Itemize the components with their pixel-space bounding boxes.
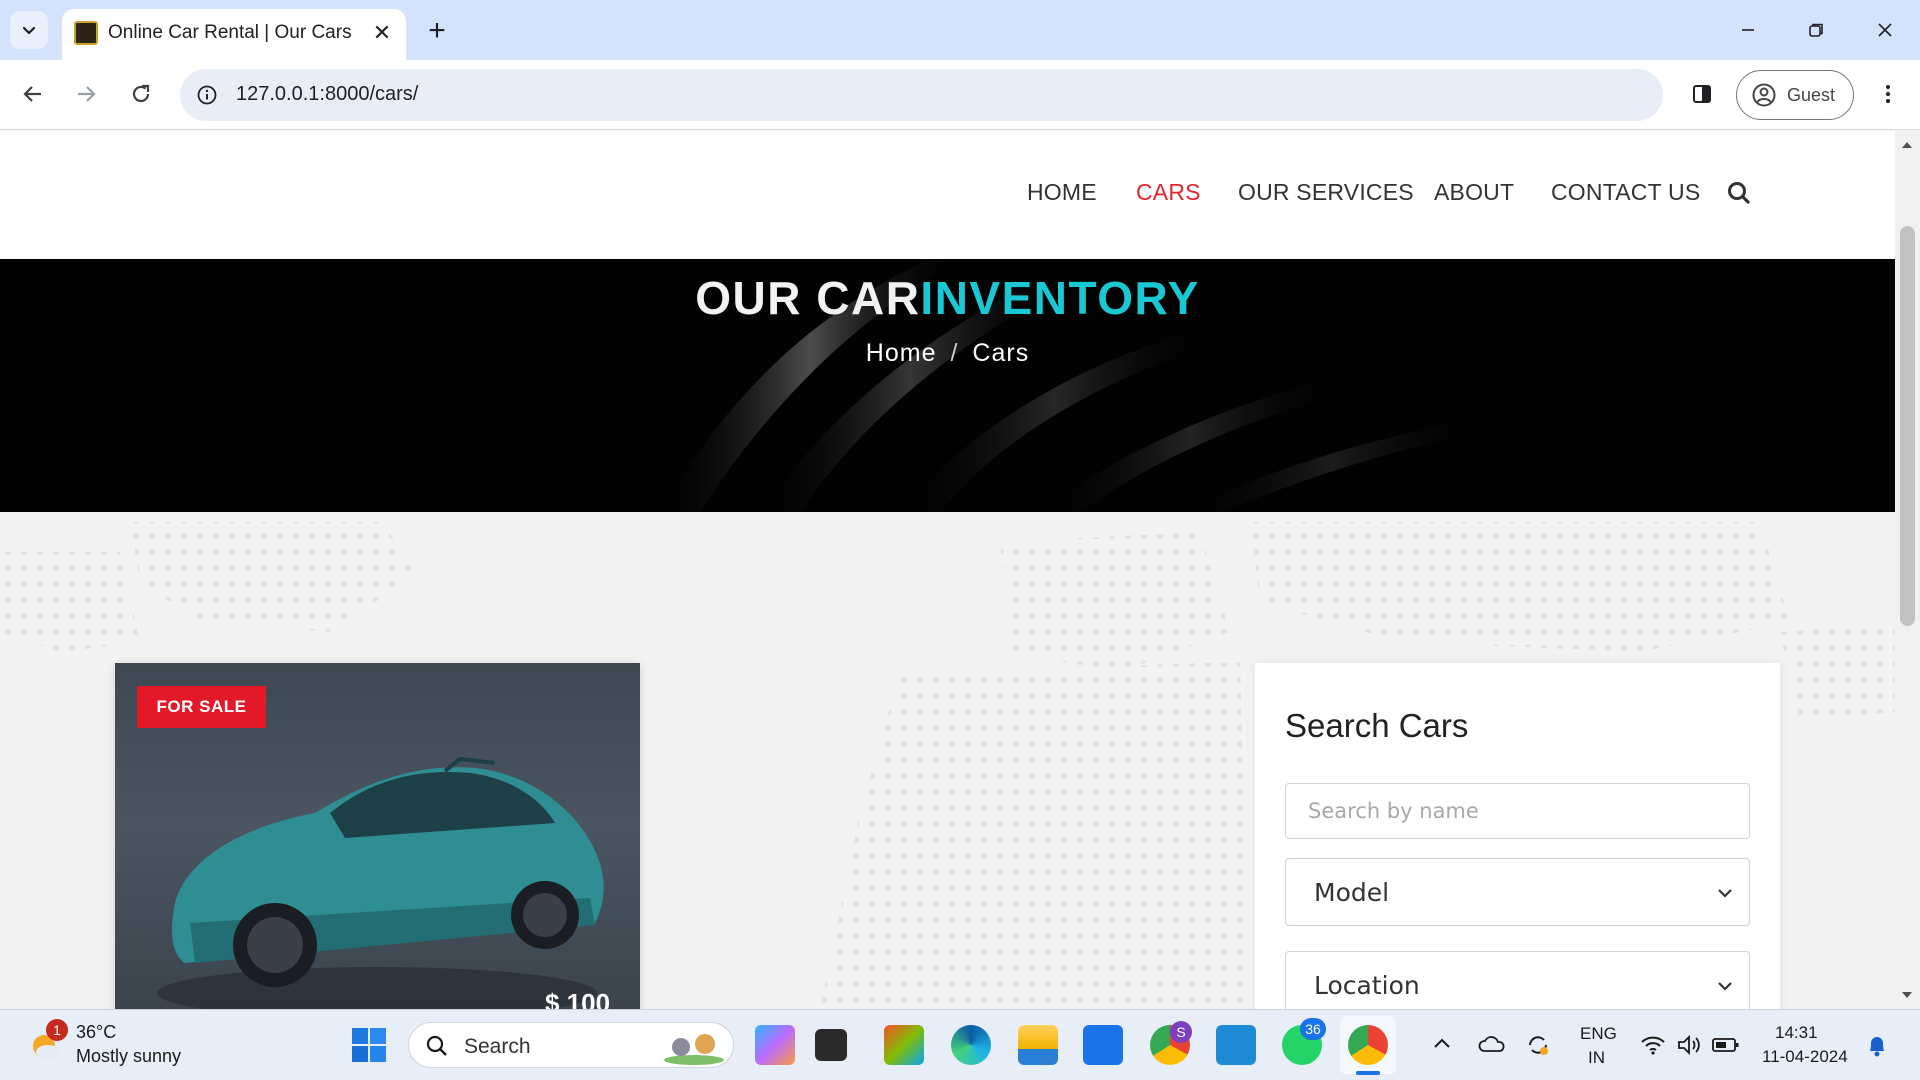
minimize-icon bbox=[1742, 29, 1754, 31]
browser-menu-button[interactable] bbox=[1868, 74, 1908, 114]
model-select[interactable]: Model bbox=[1285, 858, 1750, 926]
kebab-menu-icon bbox=[1886, 85, 1890, 103]
onedrive-cloud-icon[interactable] bbox=[1478, 1034, 1506, 1054]
tab-title: Online Car Rental | Our Cars Inventory bbox=[108, 22, 358, 43]
search-cars-panel: Search Cars Model Location bbox=[1255, 663, 1780, 1009]
page-title-part1: OUR CAR bbox=[695, 272, 921, 324]
clock-time[interactable]: 14:31 bbox=[1775, 1023, 1818, 1043]
site-info-icon[interactable] bbox=[194, 82, 220, 108]
browser-toolbar: 127.0.0.1:8000/cars/ Guest bbox=[0, 60, 1920, 130]
windows-taskbar: 1 36°C Mostly sunny Search S 36 ENG IN 1… bbox=[0, 1009, 1920, 1080]
breadcrumb-current: Cars bbox=[972, 339, 1030, 367]
page-title-part2: INVENTORY bbox=[920, 272, 1200, 324]
tab-search-button[interactable] bbox=[10, 11, 48, 49]
scrollbar-thumb[interactable] bbox=[1900, 226, 1915, 626]
site-header: HOME CARS OUR SERVICES ABOUT CONTACT US bbox=[0, 131, 1895, 259]
microsoft-store-icon[interactable] bbox=[884, 1025, 924, 1065]
active-app-indicator bbox=[1356, 1071, 1380, 1075]
weather-description[interactable]: Mostly sunny bbox=[76, 1046, 181, 1067]
close-icon bbox=[1878, 23, 1892, 37]
page-scrollbar[interactable] bbox=[1895, 131, 1920, 1009]
language-line-2[interactable]: IN bbox=[1588, 1048, 1605, 1068]
back-button[interactable] bbox=[13, 74, 53, 114]
volume-icon[interactable] bbox=[1676, 1034, 1702, 1056]
inventory-section: FOR SALE $ 100 Search Cars Model Locatio… bbox=[0, 512, 1895, 1009]
chrome-icon[interactable] bbox=[1348, 1025, 1388, 1065]
side-panel-icon bbox=[1693, 85, 1711, 103]
nav-our-services[interactable]: OUR SERVICES bbox=[1238, 179, 1414, 206]
task-view-icon[interactable] bbox=[815, 1029, 847, 1061]
chevron-down-icon bbox=[1718, 889, 1732, 898]
windows-start-icon[interactable] bbox=[350, 1026, 388, 1064]
search-highlight-pets-icon bbox=[664, 1034, 724, 1065]
breadcrumb-home[interactable]: Home bbox=[866, 339, 937, 367]
arrow-left-icon bbox=[23, 86, 41, 102]
page-title: OUR CARINVENTORY bbox=[0, 271, 1895, 325]
chevron-down-icon bbox=[1718, 982, 1732, 991]
side-panel-button[interactable] bbox=[1682, 74, 1722, 114]
browser-tab-strip: Online Car Rental | Our Cars Inventory ✕… bbox=[0, 0, 1920, 60]
account-icon bbox=[1752, 83, 1776, 107]
weather-temperature[interactable]: 36°C bbox=[76, 1022, 116, 1043]
chevron-up-icon[interactable] bbox=[1432, 1035, 1452, 1051]
nav-contact-us[interactable]: CONTACT US bbox=[1551, 179, 1700, 206]
file-explorer-icon[interactable] bbox=[1018, 1025, 1058, 1065]
scroll-down-arrow-icon[interactable] bbox=[1901, 991, 1913, 1001]
mail-icon[interactable] bbox=[1083, 1025, 1123, 1065]
reload-button[interactable] bbox=[121, 74, 161, 114]
vscode-icon[interactable] bbox=[1216, 1025, 1256, 1065]
taskbar-search-label: Search bbox=[464, 1035, 531, 1058]
site-favicon-icon bbox=[74, 21, 98, 45]
breadcrumb: Home / Cars bbox=[0, 339, 1895, 368]
search-cars-heading: Search Cars bbox=[1285, 707, 1469, 744]
search-icon[interactable] bbox=[1725, 179, 1753, 207]
profile-label: Guest bbox=[1787, 84, 1836, 105]
notification-bell-icon[interactable] bbox=[1866, 1034, 1888, 1058]
reload-icon bbox=[132, 84, 150, 103]
restore-button[interactable] bbox=[1793, 10, 1839, 50]
language-line-1[interactable]: ENG bbox=[1580, 1024, 1617, 1044]
battery-icon[interactable] bbox=[1712, 1036, 1740, 1054]
chrome-profile-badge: S bbox=[1170, 1021, 1192, 1043]
location-select[interactable]: Location bbox=[1285, 951, 1750, 1009]
weather-notification-badge: 1 bbox=[46, 1019, 68, 1041]
tab-close-icon[interactable]: ✕ bbox=[368, 19, 396, 47]
address-bar[interactable]: 127.0.0.1:8000/cars/ bbox=[180, 69, 1663, 121]
model-select-value: Model bbox=[1314, 878, 1390, 907]
taskbar-search-box[interactable]: Search bbox=[408, 1022, 734, 1068]
minimize-button[interactable] bbox=[1725, 10, 1771, 50]
chevron-down-icon bbox=[22, 26, 36, 35]
edge-icon[interactable] bbox=[951, 1025, 991, 1065]
nav-cars[interactable]: CARS bbox=[1136, 179, 1201, 206]
clock-date[interactable]: 11-04-2024 bbox=[1762, 1047, 1848, 1067]
search-by-name-input[interactable] bbox=[1285, 783, 1750, 839]
browser-tab-active[interactable]: Online Car Rental | Our Cars Inventory ✕ bbox=[62, 9, 406, 60]
breadcrumb-separator: / bbox=[950, 339, 959, 367]
restore-icon bbox=[1809, 23, 1823, 37]
forward-button[interactable] bbox=[66, 74, 106, 114]
car-price: $ 100 bbox=[545, 988, 611, 1009]
new-tab-button[interactable]: + bbox=[420, 14, 454, 48]
for-sale-badge: FOR SALE bbox=[137, 686, 266, 728]
profile-button[interactable]: Guest bbox=[1736, 70, 1854, 120]
scroll-up-arrow-icon[interactable] bbox=[1901, 139, 1913, 149]
wifi-icon[interactable] bbox=[1640, 1034, 1666, 1056]
arrow-right-icon bbox=[78, 86, 96, 102]
sync-icon[interactable] bbox=[1525, 1032, 1551, 1058]
copilot-icon[interactable] bbox=[755, 1025, 795, 1065]
address-url[interactable]: 127.0.0.1:8000/cars/ bbox=[236, 83, 418, 106]
location-select-value: Location bbox=[1314, 971, 1420, 1000]
page-hero-banner: OUR CARINVENTORY Home / Cars bbox=[0, 259, 1895, 512]
whatsapp-unread-badge: 36 bbox=[1300, 1018, 1326, 1040]
search-icon bbox=[426, 1035, 447, 1056]
nav-about[interactable]: ABOUT bbox=[1434, 179, 1514, 206]
car-card[interactable]: FOR SALE $ 100 bbox=[115, 663, 640, 1009]
page-viewport: HOME CARS OUR SERVICES ABOUT CONTACT US … bbox=[0, 131, 1895, 1009]
nav-home[interactable]: HOME bbox=[1027, 179, 1097, 206]
close-window-button[interactable] bbox=[1862, 10, 1908, 50]
